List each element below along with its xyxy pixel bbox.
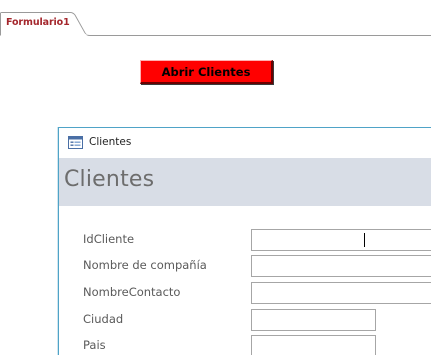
ciudad-label: Ciudad	[83, 312, 124, 326]
ciudad-field[interactable]	[251, 309, 376, 331]
idcliente-field[interactable]: 1	[251, 229, 431, 251]
form-header-section: Clientes	[59, 158, 431, 206]
nombre-compania-label: Nombre de compañía	[83, 258, 207, 272]
text-caret	[364, 233, 365, 247]
open-clients-button[interactable]: Abrir Clientes	[140, 60, 273, 84]
nombre-contacto-label: NombreContacto	[83, 285, 181, 299]
document-tab-strip: Formulario1	[0, 0, 431, 36]
pais-label: Pais	[83, 338, 106, 352]
nombre-contacto-field[interactable]	[251, 282, 431, 304]
pais-field[interactable]	[251, 335, 376, 355]
nombre-compania-field[interactable]	[251, 255, 431, 277]
popup-titlebar[interactable]: Clientes	[59, 128, 431, 158]
form-heading: Clientes	[64, 167, 155, 192]
tab-formulario1[interactable]: Formulario1	[6, 17, 70, 28]
form-icon	[68, 136, 83, 149]
window-title: Clientes	[89, 136, 132, 148]
idcliente-label: IdCliente	[83, 232, 135, 246]
clientes-popup-window: Clientes Clientes IdCliente 1 Nombre de …	[58, 127, 431, 355]
